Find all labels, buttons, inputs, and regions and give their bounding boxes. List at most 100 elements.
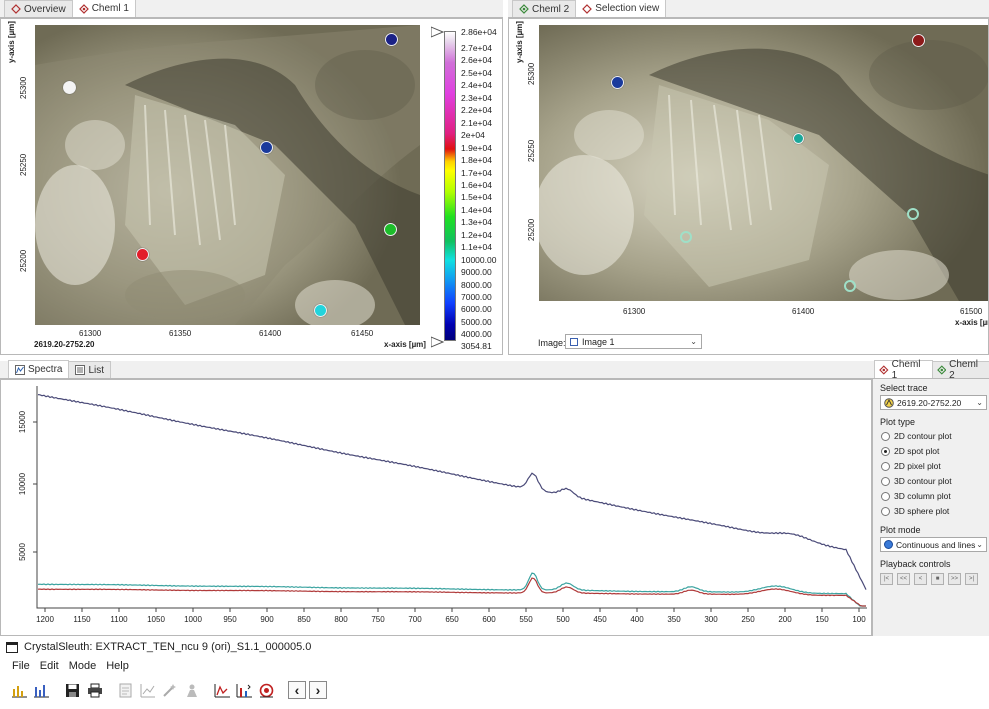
plot-type-option[interactable]: 3D column plot bbox=[881, 491, 951, 501]
radio-button[interactable] bbox=[881, 476, 890, 486]
chevron-left-icon: ‹ bbox=[294, 682, 300, 698]
radio-button[interactable] bbox=[881, 506, 890, 516]
bar-chart-button[interactable] bbox=[10, 681, 29, 699]
person-icon bbox=[186, 684, 197, 697]
colorbar-label: 2.1e+04 bbox=[461, 117, 492, 128]
playback-controls-label: Playback controls bbox=[880, 559, 951, 569]
radio-button[interactable] bbox=[881, 431, 890, 441]
disabled-tool-4-button[interactable] bbox=[182, 681, 201, 699]
plot-type-option[interactable]: 2D contour plot bbox=[881, 431, 952, 441]
radio-button[interactable] bbox=[881, 461, 890, 471]
plot-type-option[interactable]: 2D spot plot bbox=[881, 446, 939, 456]
tab-cheml-2-label: Cheml 2 bbox=[532, 3, 570, 15]
selection-ring[interactable] bbox=[680, 231, 692, 243]
colorbar-label: 1.1e+04 bbox=[461, 242, 492, 253]
colorbar-label: 1.9e+04 bbox=[461, 142, 492, 153]
x-tick-label: 600 bbox=[482, 615, 496, 624]
previous-button[interactable]: ‹ bbox=[288, 681, 306, 699]
playback-rewind-button[interactable]: << bbox=[897, 573, 910, 585]
left-microscope-image[interactable] bbox=[35, 25, 420, 325]
list-icon bbox=[75, 365, 86, 375]
colorbar-label: 5000.00 bbox=[461, 316, 492, 327]
right-y-tick: 25200 bbox=[527, 218, 536, 241]
x-tick-label: 900 bbox=[260, 615, 274, 624]
selection-ring[interactable] bbox=[907, 208, 919, 220]
tab-cheml-1[interactable]: Cheml 1 bbox=[71, 0, 136, 17]
bar-chart-alt-button[interactable] bbox=[32, 681, 51, 699]
y-tick-label: 15000 bbox=[18, 410, 27, 433]
tab-cheml-2[interactable]: Cheml 2 bbox=[512, 0, 577, 17]
plot-mode-select[interactable]: Continuous and lines ⌄ bbox=[880, 537, 987, 552]
tab-list[interactable]: List bbox=[68, 361, 112, 378]
right-x-tick: 61300 bbox=[623, 307, 646, 316]
left-x-tick: 61350 bbox=[169, 329, 192, 338]
peak-chart-button[interactable] bbox=[235, 681, 254, 699]
radio-button[interactable] bbox=[881, 491, 890, 501]
left-range-label: 2619.20-2752.20 bbox=[34, 340, 95, 349]
playback-first-button[interactable]: |< bbox=[880, 573, 893, 585]
selection-marker-teal[interactable] bbox=[793, 133, 804, 144]
tab-spectra[interactable]: Spectra bbox=[8, 360, 70, 378]
chemical-icon bbox=[879, 364, 889, 375]
map-marker-blue[interactable] bbox=[260, 141, 273, 154]
image-select-value: Image 1 bbox=[582, 336, 615, 347]
disabled-tool-2-button[interactable] bbox=[138, 681, 157, 699]
chemical-icon bbox=[78, 3, 89, 14]
tab-side-cheml-2-label: Cheml 2 bbox=[949, 359, 979, 381]
playback-stop-button[interactable]: ■ bbox=[931, 573, 944, 585]
colorbar-min-handle-icon[interactable] bbox=[431, 336, 447, 348]
trace-select[interactable]: 2619.20-2752.20 ⌄ bbox=[880, 395, 987, 410]
save-button[interactable] bbox=[63, 681, 82, 699]
target-button[interactable] bbox=[257, 681, 276, 699]
map-marker-navy[interactable] bbox=[385, 33, 398, 46]
print-button[interactable] bbox=[85, 681, 104, 699]
tab-side-cheml-1[interactable]: Cheml 1 bbox=[874, 359, 933, 381]
tab-side-cheml-2[interactable]: Cheml 2 bbox=[931, 359, 989, 381]
selection-ring[interactable] bbox=[844, 280, 856, 292]
colorbar-label: 2.86e+04 bbox=[461, 27, 497, 37]
select-trace-label: Select trace bbox=[880, 383, 928, 393]
map-marker-green[interactable] bbox=[384, 223, 397, 236]
disabled-tool-1-button[interactable] bbox=[116, 681, 135, 699]
colorbar-label: 1.8e+04 bbox=[461, 155, 492, 166]
x-tick-label: 550 bbox=[519, 615, 533, 624]
radio-button[interactable] bbox=[881, 446, 890, 456]
menu-file[interactable]: File bbox=[12, 660, 30, 672]
chevron-right-icon: › bbox=[315, 682, 321, 698]
right-x-tick: 61500 bbox=[960, 307, 983, 316]
spectra-plot[interactable]: 1200 1150 1100 1050 1000 950 900 850 800 750 700 65… bbox=[1, 380, 872, 636]
menu-help[interactable]: Help bbox=[106, 660, 129, 672]
colorbar-label: 2.6e+04 bbox=[461, 55, 492, 66]
plot-type-option[interactable]: 2D pixel plot bbox=[881, 461, 941, 471]
map-marker-red[interactable] bbox=[136, 248, 149, 261]
menu-mode[interactable]: Mode bbox=[69, 660, 97, 672]
selection-marker-darkred[interactable] bbox=[912, 34, 925, 47]
disabled-tool-3-button[interactable] bbox=[160, 681, 179, 699]
y-tick-label: 10000 bbox=[18, 472, 27, 495]
plot-type-option[interactable]: 3D sphere plot bbox=[881, 506, 949, 516]
next-button[interactable]: › bbox=[309, 681, 327, 699]
colorbar-label: 1.4e+04 bbox=[461, 204, 492, 215]
plot-type-label: Plot type bbox=[880, 417, 916, 427]
trace-icon bbox=[884, 397, 894, 408]
right-microscope-image[interactable] bbox=[539, 25, 988, 301]
tab-overview-label: Overview bbox=[24, 3, 66, 15]
playback-forward-button[interactable]: >> bbox=[948, 573, 961, 585]
selection-marker-blue[interactable] bbox=[611, 76, 624, 89]
map-marker-white[interactable] bbox=[63, 81, 76, 94]
playback-play-button[interactable]: < bbox=[914, 573, 927, 585]
x-tick-label: 800 bbox=[334, 615, 348, 624]
spectrum-line-primary bbox=[37, 394, 867, 590]
plot-type-option[interactable]: 3D contour plot bbox=[881, 476, 952, 486]
tab-selection-view[interactable]: Selection view bbox=[575, 0, 667, 17]
plot-type-option-label: 2D spot plot bbox=[894, 446, 940, 456]
tab-overview[interactable]: Overview bbox=[4, 0, 73, 17]
peak-chart-icon bbox=[236, 683, 252, 697]
menu-edit[interactable]: Edit bbox=[40, 660, 59, 672]
image-select[interactable]: Image 1 ⌄ bbox=[565, 334, 702, 349]
colorbar-label: 1.5e+04 bbox=[461, 192, 492, 203]
map-marker-cyan[interactable] bbox=[314, 304, 327, 317]
playback-last-button[interactable]: >| bbox=[965, 573, 978, 585]
colorbar-label: 6000.00 bbox=[461, 304, 492, 315]
spectrum-chart-button[interactable] bbox=[213, 681, 232, 699]
